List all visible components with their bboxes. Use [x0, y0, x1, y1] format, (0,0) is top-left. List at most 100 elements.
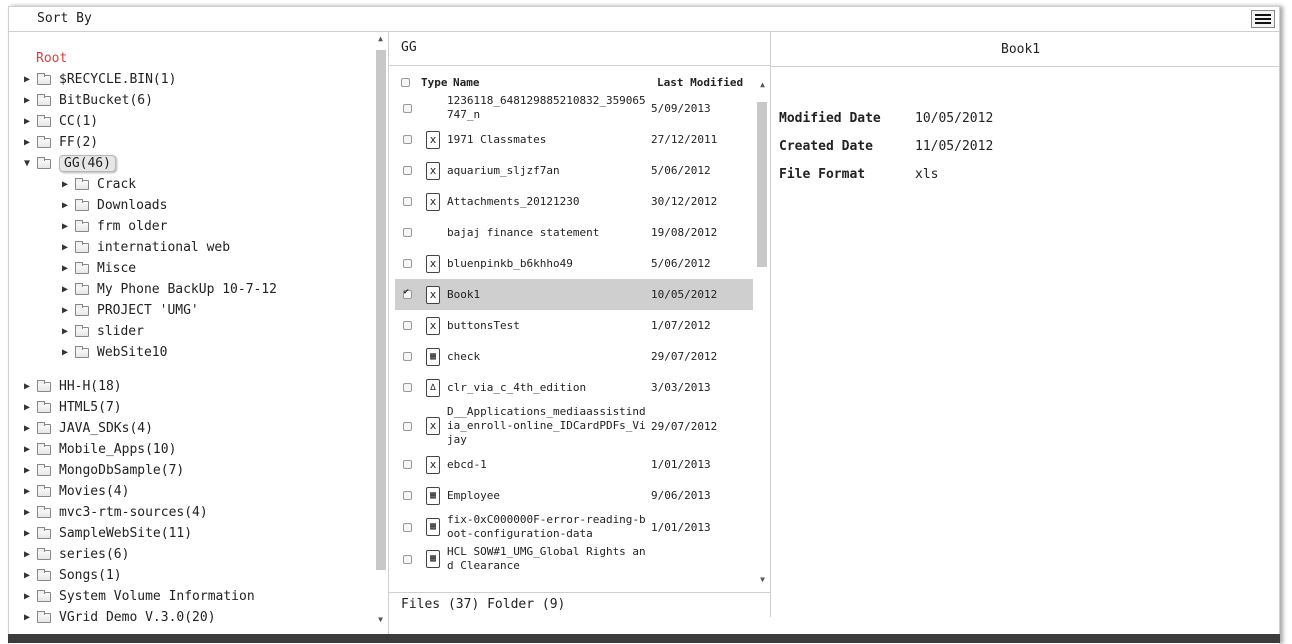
triangle-right-icon[interactable]: ▶	[59, 300, 71, 321]
tree-subfolder[interactable]: ▶ Crack	[59, 174, 277, 195]
scroll-down-icon[interactable]: ▼	[757, 575, 768, 584]
column-header-modified[interactable]: Last Modified	[657, 76, 743, 92]
triangle-right-icon[interactable]: ▶	[21, 607, 33, 628]
tree-subfolder[interactable]: ▶ frm older	[59, 216, 277, 237]
triangle-right-icon[interactable]: ▶	[21, 523, 33, 544]
triangle-down-icon[interactable]: ▼	[21, 153, 33, 174]
tree-node[interactable]: ▶ JAVA_SDKs(4)	[21, 418, 277, 439]
tree-scroll-thumb[interactable]	[376, 50, 386, 570]
tree-subfolder[interactable]: ▶ international web	[59, 237, 277, 258]
file-row[interactable]: clr_via_c_4th_edition 3/03/2013	[395, 372, 753, 403]
triangle-right-icon[interactable]: ▶	[21, 376, 33, 397]
file-row[interactable]: buttonsTest 1/07/2012	[395, 310, 753, 341]
scroll-up-icon[interactable]: ▲	[375, 34, 386, 43]
file-list-scrollbar[interactable]: ▲ ▼	[757, 80, 768, 592]
column-header-type[interactable]: Type	[421, 76, 448, 92]
tree-subfolder[interactable]: ▶ WebSite10	[59, 342, 277, 363]
column-header-name[interactable]: Name	[453, 76, 480, 92]
file-row[interactable]: Employee 9/06/2013	[395, 480, 753, 511]
file-row[interactable]: HCL SOW#1_UMG_Global Rights and Clearanc…	[395, 543, 753, 575]
tree-subfolder[interactable]: ▶ Downloads	[59, 195, 277, 216]
triangle-right-icon[interactable]: ▶	[21, 544, 33, 565]
row-checkbox[interactable]	[402, 135, 412, 144]
file-row[interactable]: Attachments_20121230 30/12/2012	[395, 186, 753, 217]
sort-by-button[interactable]: Sort By	[37, 11, 92, 26]
row-checkbox[interactable]	[402, 554, 412, 564]
file-row[interactable]: aquarium_sljzf7an 5/06/2012	[395, 155, 753, 186]
file-row[interactable]: Book1 10/05/2012	[395, 279, 753, 310]
triangle-right-icon[interactable]: ▶	[21, 481, 33, 502]
row-checkbox[interactable]	[402, 522, 412, 532]
tree-root[interactable]: Root	[36, 48, 277, 69]
file-row[interactable]: check 29/07/2012	[395, 341, 753, 372]
triangle-right-icon[interactable]: ▶	[59, 216, 71, 237]
tree-node[interactable]: ▶ $RECYCLE.BIN(1)	[21, 69, 277, 90]
tree-node[interactable]: ▶ Mobile_Apps(10)	[21, 439, 277, 460]
row-checkbox[interactable]	[402, 321, 412, 330]
triangle-right-icon[interactable]: ▶	[21, 418, 33, 439]
triangle-right-icon[interactable]: ▶	[21, 439, 33, 460]
triangle-right-icon[interactable]: ▶	[59, 258, 71, 279]
scroll-up-icon[interactable]: ▲	[757, 80, 768, 89]
triangle-right-icon[interactable]: ▶	[21, 460, 33, 481]
tree-subfolder[interactable]: ▶ PROJECT 'UMG'	[59, 300, 277, 321]
triangle-right-icon[interactable]: ▶	[21, 586, 33, 607]
scroll-down-icon[interactable]: ▼	[375, 615, 386, 624]
tree-subfolder[interactable]: ▶ Misce	[59, 258, 277, 279]
tree-subfolder[interactable]: ▶ My Phone BackUp 10-7-12	[59, 279, 277, 300]
triangle-right-icon[interactable]: ▶	[21, 502, 33, 523]
file-row[interactable]: 1971 Classmates 27/12/2011	[395, 124, 753, 155]
row-checkbox[interactable]	[402, 228, 412, 237]
row-checkbox[interactable]	[402, 491, 412, 500]
file-row[interactable]: fix-0xC000000F-error-reading-boot-config…	[395, 511, 753, 543]
row-checkbox[interactable]	[402, 103, 412, 113]
tree-node-label: series(6)	[59, 547, 130, 562]
triangle-right-icon[interactable]: ▶	[59, 174, 71, 195]
tree-scrollbar[interactable]: ▲ ▼	[375, 32, 386, 634]
divider	[771, 66, 1279, 67]
file-row[interactable]: D__Applications_mediaassistindia_enroll-…	[395, 403, 753, 449]
tree-node[interactable]: ▶ Movies(4)	[21, 481, 277, 502]
triangle-right-icon[interactable]: ▶	[59, 279, 71, 300]
triangle-right-icon[interactable]: ▶	[59, 195, 71, 216]
folder-icon	[37, 114, 51, 127]
tree-node[interactable]: ▶ CC(1)	[21, 111, 277, 132]
row-checkbox[interactable]	[402, 383, 412, 392]
tree-node[interactable]: ▶ BitBucket(6)	[21, 90, 277, 111]
triangle-right-icon[interactable]: ▶	[21, 90, 33, 111]
tree-node[interactable]: ▶ MongoDbSample(7)	[21, 460, 277, 481]
file-row[interactable]: ebcd-1 1/01/2013	[395, 449, 753, 480]
file-row[interactable]: bajaj finance statement 19/08/2012	[395, 217, 753, 248]
tree-node[interactable]: ▶ SampleWebSite(11)	[21, 523, 277, 544]
row-checkbox[interactable]	[402, 197, 412, 206]
window-bottom-edge	[8, 634, 1280, 643]
hamburger-icon[interactable]	[1251, 10, 1275, 28]
row-checkbox[interactable]	[402, 166, 412, 175]
tree-node[interactable]: ▶ HH-H(18)	[21, 376, 277, 397]
row-checkbox[interactable]	[402, 287, 412, 299]
tree-node[interactable]: ▶ mvc3-rtm-sources(4)	[21, 502, 277, 523]
triangle-right-icon[interactable]: ▶	[21, 132, 33, 153]
triangle-right-icon[interactable]: ▶	[59, 237, 71, 258]
file-scroll-thumb[interactable]	[757, 102, 767, 267]
tree-node-selected[interactable]: ▼ GG(46)	[21, 153, 277, 174]
triangle-right-icon[interactable]: ▶	[21, 397, 33, 418]
triangle-right-icon[interactable]: ▶	[59, 342, 71, 363]
tree-subfolder[interactable]: ▶ slider	[59, 321, 277, 342]
row-checkbox[interactable]	[402, 259, 412, 268]
triangle-right-icon[interactable]: ▶	[59, 321, 71, 342]
triangle-right-icon[interactable]: ▶	[21, 69, 33, 90]
tree-node[interactable]: ▶ System Volume Information	[21, 586, 277, 607]
triangle-right-icon[interactable]: ▶	[21, 565, 33, 586]
file-row[interactable]: bluenpinkb_b6khho49 5/06/2012	[395, 248, 753, 279]
tree-node[interactable]: ▶ FF(2)	[21, 132, 277, 153]
tree-node[interactable]: ▶ VGrid Demo V.3.0(20)	[21, 607, 277, 628]
triangle-right-icon[interactable]: ▶	[21, 111, 33, 132]
row-checkbox[interactable]	[402, 421, 412, 431]
row-checkbox[interactable]	[402, 460, 412, 469]
tree-node[interactable]: ▶ series(6)	[21, 544, 277, 565]
row-checkbox[interactable]	[402, 352, 412, 361]
file-row[interactable]: 1236118_648129885210832_359065747_n 5/09/…	[395, 92, 753, 124]
tree-node[interactable]: ▶ Songs(1)	[21, 565, 277, 586]
tree-node[interactable]: ▶ HTML5(7)	[21, 397, 277, 418]
